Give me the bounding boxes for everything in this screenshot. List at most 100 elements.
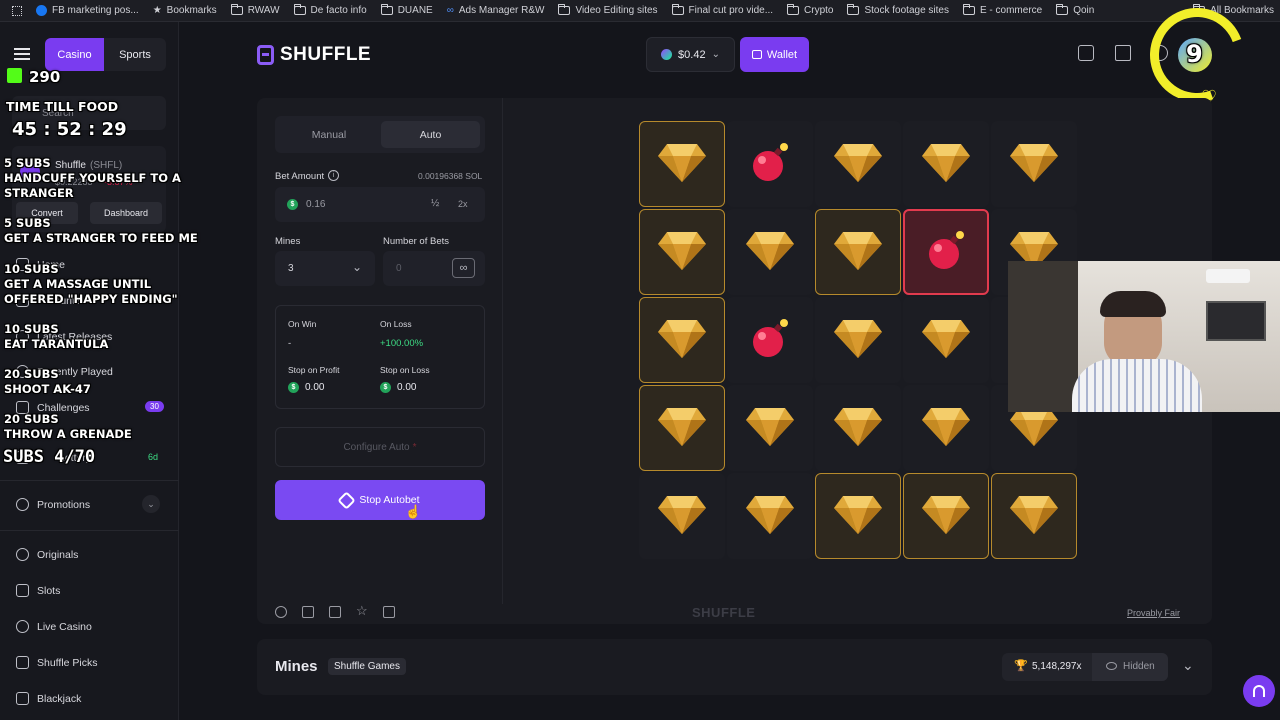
gem-tile[interactable] (639, 473, 725, 559)
theatre-icon[interactable] (383, 606, 395, 618)
mines-select[interactable]: 3 ⌄ (275, 251, 375, 286)
bookmark-folder[interactable]: Final cut pro vide... (671, 4, 773, 16)
balance-selector[interactable]: $0.42 ⌄ (646, 37, 735, 72)
gem-tile[interactable] (815, 297, 901, 383)
gem-tile[interactable] (991, 121, 1077, 207)
gem-tile[interactable] (815, 209, 901, 295)
half-button[interactable]: ½ (431, 198, 439, 209)
stats-icon[interactable] (302, 606, 314, 618)
wallet-button[interactable]: Wallet (740, 37, 809, 72)
provider-badge[interactable]: Shuffle Games (328, 658, 406, 675)
live-icon (16, 620, 29, 633)
tab-sports[interactable]: Sports (104, 38, 166, 71)
on-win-label: On Win (288, 319, 317, 329)
gem-tile[interactable] (727, 473, 813, 559)
gem-tile[interactable] (639, 209, 725, 295)
stop-profit-input[interactable]: $0.00 (288, 382, 324, 393)
goal-task: THROW A GRENADE (4, 427, 132, 441)
bookmark-folder[interactable]: E - commerce (962, 4, 1042, 16)
gem-icon (921, 492, 971, 541)
folder-icon (1056, 4, 1069, 15)
chevron-down-icon[interactable]: ⌄ (142, 495, 160, 513)
folder-icon (962, 4, 975, 15)
folder-icon (380, 4, 393, 15)
tab-manual[interactable]: Manual (279, 121, 379, 148)
crown-icon[interactable] (1115, 45, 1131, 61)
bookmark-folder[interactable]: Qoin (1056, 4, 1094, 16)
cards-icon (16, 692, 29, 705)
gem-tile[interactable] (815, 473, 901, 559)
bet-amount-label: Bet Amount (275, 171, 325, 182)
gem-tile[interactable] (727, 209, 813, 295)
apps-grid-icon[interactable] (12, 5, 22, 16)
gem-icon (1009, 492, 1059, 541)
dashboard-button[interactable]: Dashboard (90, 202, 162, 224)
tab-casino[interactable]: Casino (45, 38, 104, 71)
infinity-button[interactable]: ∞ (452, 258, 475, 278)
gem-tile[interactable] (903, 121, 989, 207)
double-button[interactable]: 2x (458, 199, 468, 209)
bookmark-item[interactable]: ★ Bookmarks (153, 5, 217, 16)
goal-subs: 5 SUBS (4, 156, 51, 170)
favourite-icon[interactable]: ☆ (356, 603, 368, 618)
bookmark-item[interactable]: FB marketing pos... (36, 5, 139, 16)
gear-icon (16, 498, 29, 511)
gem-tile[interactable] (639, 385, 725, 471)
gem-tile[interactable] (903, 297, 989, 383)
stop-loss-input[interactable]: $0.00 (380, 382, 416, 393)
brand-logo[interactable]: SHUFFLE (257, 44, 371, 66)
goal-subs: 5 SUBS (4, 216, 51, 230)
bookmark-folder[interactable]: Crypto (787, 4, 833, 16)
gem-tile[interactable] (903, 385, 989, 471)
star-icon: ★ (152, 5, 162, 16)
bookmark-folder[interactable]: Stock footage sites (847, 4, 949, 16)
bookmark-folder[interactable]: DUANE (380, 4, 433, 16)
webcam-overlay (1008, 261, 1280, 412)
sidebar-item-slots[interactable]: Slots (16, 584, 60, 597)
sidebar-item-blackjack[interactable]: Blackjack (16, 692, 81, 705)
on-win-value[interactable]: - (288, 338, 291, 349)
chat-icon[interactable] (1078, 45, 1094, 61)
on-loss-label: On Loss (380, 319, 412, 329)
num-bets-label: Number of Bets (383, 236, 449, 247)
stop-autobet-button[interactable]: Stop Autobet (275, 480, 485, 520)
gem-tile[interactable] (815, 121, 901, 207)
bomb-tile[interactable] (727, 297, 813, 383)
chevron-down-icon: ⌄ (351, 260, 362, 274)
goal-task: GET A STRANGER TO FEED ME (4, 231, 198, 245)
stop-icon (337, 490, 357, 510)
info-icon[interactable]: i (328, 170, 339, 181)
sidebar-divider (0, 480, 179, 481)
support-button[interactable] (1243, 675, 1275, 707)
menu-icon[interactable] (14, 48, 30, 60)
gem-tile[interactable] (639, 297, 725, 383)
provably-fair-link[interactable]: Provably Fair (1127, 608, 1180, 618)
bomb-icon (748, 316, 792, 365)
bookmark-folder[interactable]: RWAW (230, 4, 280, 16)
chevron-down-icon[interactable]: ⌄ (1182, 657, 1194, 674)
bomb-tile[interactable] (903, 209, 989, 295)
facebook-icon (36, 5, 47, 16)
gem-tile[interactable] (903, 473, 989, 559)
bookmark-folder[interactable]: Video Editing sites (558, 4, 658, 16)
settings-icon[interactable] (275, 606, 287, 618)
gem-icon (833, 228, 883, 277)
chart-icon[interactable] (329, 606, 341, 618)
sidebar-item-promotions[interactable]: Promotions (16, 498, 90, 511)
bookmark-folder[interactable]: De facto info (293, 4, 367, 16)
gem-tile[interactable] (639, 121, 725, 207)
bookmark-item[interactable]: ∞ Ads Manager R&W (447, 5, 545, 16)
goal-subs: 10 SUBS (4, 262, 59, 276)
sidebar-item-originals[interactable]: Originals (16, 548, 78, 561)
sidebar-item-shuffle-picks[interactable]: Shuffle Picks (16, 656, 98, 669)
bet-amount-input[interactable]: $ 0.16 (275, 187, 485, 222)
on-loss-value[interactable]: +100.00% (380, 338, 423, 349)
configure-auto-button[interactable]: Configure Auto * (275, 427, 485, 467)
sidebar-item-live-casino[interactable]: Live Casino (16, 620, 92, 633)
gem-tile[interactable] (727, 385, 813, 471)
solana-icon (661, 49, 673, 60)
bomb-tile[interactable] (727, 121, 813, 207)
gem-tile[interactable] (991, 473, 1077, 559)
gem-tile[interactable] (815, 385, 901, 471)
tab-auto[interactable]: Auto (381, 121, 480, 148)
